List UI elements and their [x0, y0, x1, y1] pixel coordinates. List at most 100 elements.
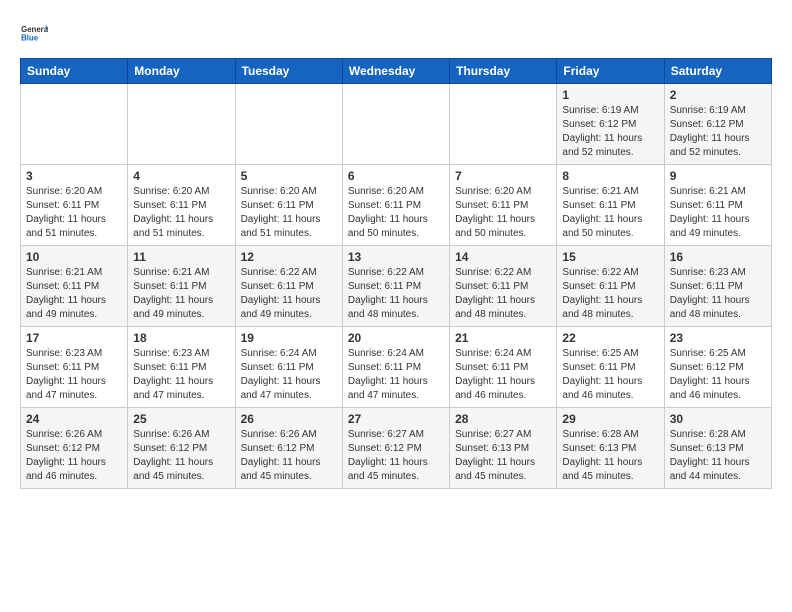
page: General Blue SundayMondayTuesdayWednesda…	[0, 0, 792, 499]
day-cell: 21Sunrise: 6:24 AMSunset: 6:11 PMDayligh…	[450, 327, 557, 408]
day-number: 22	[562, 331, 658, 345]
day-cell: 24 Sunrise: 6:26 AMSunset: 6:12 PMDayligh…	[21, 408, 128, 489]
day-cell: 2Sunrise: 6:19 AMSunset: 6:12 PMDaylight…	[664, 84, 771, 165]
day-info: Sunrise: 6:24 AMSunset: 6:11 PMDaylight:…	[455, 348, 535, 401]
day-info: Sunrise: 6:22 AMSunset: 6:11 PMDaylight:…	[562, 267, 642, 320]
day-cell: 11 Sunrise: 6:21 AMSunset: 6:11 PMDayligh…	[128, 246, 235, 327]
day-number: 6	[348, 169, 444, 183]
day-number: 24	[26, 412, 122, 426]
day-number: 15	[562, 250, 658, 264]
day-number: 29	[562, 412, 658, 426]
day-info: Sunrise: 6:20 AMSunset: 6:11 PMDaylight:…	[348, 186, 428, 239]
day-cell: 13 Sunrise: 6:22 AMSunset: 6:11 PMDayligh…	[342, 246, 449, 327]
weekday-header-row: SundayMondayTuesdayWednesdayThursdayFrid…	[21, 59, 772, 84]
weekday-header-thursday: Thursday	[450, 59, 557, 84]
day-number: 9	[670, 169, 766, 183]
day-cell: 17 Sunrise: 6:23 AMSunset: 6:11 PMDayligh…	[21, 327, 128, 408]
day-number: 17	[26, 331, 122, 345]
day-cell: 1Sunrise: 6:19 AMSunset: 6:12 PMDaylight…	[557, 84, 664, 165]
day-info: Sunrise: 6:26 AMSunset: 6:12 PMDaylight:…	[241, 429, 321, 482]
weekday-header-sunday: Sunday	[21, 59, 128, 84]
day-info: Sunrise: 6:20 AMSunset: 6:11 PMDaylight:…	[26, 186, 106, 239]
day-cell: 22 Sunrise: 6:25 AMSunset: 6:11 PMDayligh…	[557, 327, 664, 408]
week-row-3: 10 Sunrise: 6:21 AMSunset: 6:11 PMDayligh…	[21, 246, 772, 327]
day-cell: 6 Sunrise: 6:20 AMSunset: 6:11 PMDaylight…	[342, 165, 449, 246]
day-number: 10	[26, 250, 122, 264]
day-info: Sunrise: 6:21 AMSunset: 6:11 PMDaylight:…	[670, 186, 750, 239]
day-number: 13	[348, 250, 444, 264]
day-number: 8	[562, 169, 658, 183]
svg-text:Blue: Blue	[21, 34, 39, 43]
calendar-table: SundayMondayTuesdayWednesdayThursdayFrid…	[20, 58, 772, 489]
day-cell: 4 Sunrise: 6:20 AMSunset: 6:11 PMDaylight…	[128, 165, 235, 246]
day-cell	[450, 84, 557, 165]
day-cell	[128, 84, 235, 165]
day-cell	[342, 84, 449, 165]
day-cell: 28 Sunrise: 6:27 AMSunset: 6:13 PMDayligh…	[450, 408, 557, 489]
day-number: 20	[348, 331, 444, 345]
day-number: 19	[241, 331, 337, 345]
day-number: 5	[241, 169, 337, 183]
day-cell: 23Sunrise: 6:25 AMSunset: 6:12 PMDayligh…	[664, 327, 771, 408]
svg-text:General: General	[21, 25, 48, 34]
day-info: Sunrise: 6:27 AMSunset: 6:12 PMDaylight:…	[348, 429, 428, 482]
day-cell: 18 Sunrise: 6:23 AMSunset: 6:11 PMDayligh…	[128, 327, 235, 408]
day-info: Sunrise: 6:25 AMSunset: 6:11 PMDaylight:…	[562, 348, 642, 401]
day-cell: 25 Sunrise: 6:26 AMSunset: 6:12 PMDayligh…	[128, 408, 235, 489]
day-cell: 10Sunrise: 6:21 AMSunset: 6:11 PMDayligh…	[21, 246, 128, 327]
day-info: Sunrise: 6:22 AMSunset: 6:11 PMDaylight:…	[455, 267, 535, 320]
day-number: 14	[455, 250, 551, 264]
week-row-1: 1Sunrise: 6:19 AMSunset: 6:12 PMDaylight…	[21, 84, 772, 165]
day-number: 4	[133, 169, 229, 183]
day-info: Sunrise: 6:22 AMSunset: 6:11 PMDaylight:…	[348, 267, 428, 320]
day-number: 27	[348, 412, 444, 426]
day-cell: 7Sunrise: 6:20 AMSunset: 6:11 PMDaylight…	[450, 165, 557, 246]
day-cell: 14 Sunrise: 6:22 AMSunset: 6:11 PMDayligh…	[450, 246, 557, 327]
weekday-header-friday: Friday	[557, 59, 664, 84]
day-number: 18	[133, 331, 229, 345]
week-row-4: 17 Sunrise: 6:23 AMSunset: 6:11 PMDayligh…	[21, 327, 772, 408]
day-info: Sunrise: 6:20 AMSunset: 6:11 PMDaylight:…	[133, 186, 213, 239]
day-cell: 20Sunrise: 6:24 AMSunset: 6:11 PMDayligh…	[342, 327, 449, 408]
day-cell: 27 Sunrise: 6:27 AMSunset: 6:12 PMDayligh…	[342, 408, 449, 489]
day-number: 23	[670, 331, 766, 345]
day-cell: 8 Sunrise: 6:21 AMSunset: 6:11 PMDaylight…	[557, 165, 664, 246]
day-info: Sunrise: 6:20 AMSunset: 6:11 PMDaylight:…	[241, 186, 321, 239]
day-info: Sunrise: 6:23 AMSunset: 6:11 PMDaylight:…	[670, 267, 750, 320]
day-info: Sunrise: 6:26 AMSunset: 6:12 PMDaylight:…	[133, 429, 213, 482]
day-cell: 12 Sunrise: 6:22 AMSunset: 6:11 PMDayligh…	[235, 246, 342, 327]
day-number: 28	[455, 412, 551, 426]
logo: General Blue	[20, 16, 48, 52]
day-info: Sunrise: 6:26 AMSunset: 6:12 PMDaylight:…	[26, 429, 106, 482]
day-info: Sunrise: 6:27 AMSunset: 6:13 PMDaylight:…	[455, 429, 535, 482]
day-info: Sunrise: 6:20 AMSunset: 6:11 PMDaylight:…	[455, 186, 535, 239]
logo-svg: General Blue	[20, 16, 48, 52]
day-cell: 19 Sunrise: 6:24 AMSunset: 6:11 PMDayligh…	[235, 327, 342, 408]
day-info: Sunrise: 6:22 AMSunset: 6:11 PMDaylight:…	[241, 267, 321, 320]
day-cell: 5 Sunrise: 6:20 AMSunset: 6:11 PMDaylight…	[235, 165, 342, 246]
day-info: Sunrise: 6:21 AMSunset: 6:11 PMDaylight:…	[562, 186, 642, 239]
weekday-header-monday: Monday	[128, 59, 235, 84]
week-row-2: 3 Sunrise: 6:20 AMSunset: 6:11 PMDaylight…	[21, 165, 772, 246]
day-cell	[235, 84, 342, 165]
day-info: Sunrise: 6:23 AMSunset: 6:11 PMDaylight:…	[133, 348, 213, 401]
day-number: 16	[670, 250, 766, 264]
day-cell	[21, 84, 128, 165]
day-info: Sunrise: 6:28 AMSunset: 6:13 PMDaylight:…	[670, 429, 750, 482]
day-info: Sunrise: 6:24 AMSunset: 6:11 PMDaylight:…	[241, 348, 321, 401]
day-number: 11	[133, 250, 229, 264]
day-cell: 3 Sunrise: 6:20 AMSunset: 6:11 PMDaylight…	[21, 165, 128, 246]
day-number: 2	[670, 88, 766, 102]
day-number: 26	[241, 412, 337, 426]
day-number: 3	[26, 169, 122, 183]
day-info: Sunrise: 6:21 AMSunset: 6:11 PMDaylight:…	[133, 267, 213, 320]
day-number: 25	[133, 412, 229, 426]
day-cell: 9 Sunrise: 6:21 AMSunset: 6:11 PMDaylight…	[664, 165, 771, 246]
day-info: Sunrise: 6:23 AMSunset: 6:11 PMDaylight:…	[26, 348, 106, 401]
day-cell: 26 Sunrise: 6:26 AMSunset: 6:12 PMDayligh…	[235, 408, 342, 489]
day-number: 12	[241, 250, 337, 264]
weekday-header-saturday: Saturday	[664, 59, 771, 84]
day-cell: 30Sunrise: 6:28 AMSunset: 6:13 PMDayligh…	[664, 408, 771, 489]
day-info: Sunrise: 6:28 AMSunset: 6:13 PMDaylight:…	[562, 429, 642, 482]
day-cell: 16 Sunrise: 6:23 AMSunset: 6:11 PMDayligh…	[664, 246, 771, 327]
